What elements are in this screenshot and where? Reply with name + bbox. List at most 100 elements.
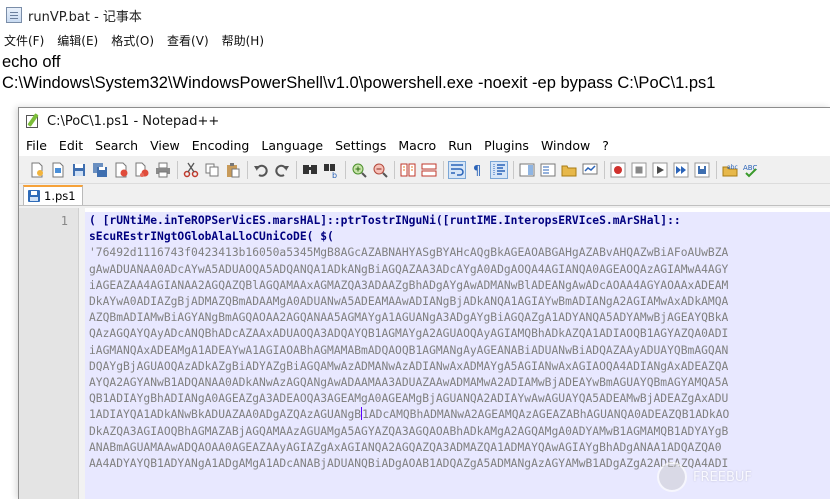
toolbar-separator — [513, 160, 514, 179]
menu-file[interactable]: File — [26, 138, 47, 153]
code-line: sEcuREstrINgtOGlobAlaLloCUniCoDE( $( — [89, 230, 334, 244]
tab-label: 1.ps1 — [44, 189, 76, 203]
spell-check-icon[interactable]: abc — [722, 162, 738, 178]
toolbar-separator — [296, 160, 297, 179]
redo-icon[interactable] — [274, 162, 290, 178]
menu-macro[interactable]: Macro — [398, 138, 436, 153]
code-line: ( [rUNtiMe.inTeROPSerVicES.marsHAL]::ptr… — [89, 214, 681, 227]
menu-window[interactable]: Window — [541, 138, 590, 153]
menu-settings[interactable]: Settings — [335, 138, 386, 153]
svg-text:b: b — [332, 171, 337, 178]
save-macro-icon[interactable] — [694, 162, 710, 178]
menu-search[interactable]: Search — [95, 138, 138, 153]
notepad-title-bar: runVP.bat - 记事本 — [0, 0, 830, 30]
indent-guide-icon[interactable] — [490, 160, 508, 179]
notepadpp-title-bar: C:\PoC\1.ps1 - Notepad++ — [19, 108, 830, 134]
code-line: QB1ADIAYgBhADIANgA0AGEAZgA3ADEAOQA3AGEAM… — [89, 392, 729, 406]
notepad-app-icon — [6, 7, 22, 23]
code-line: DkAYwA0ADIAZgBjADMAZQBmADAAMgA0ADUANwA5A… — [89, 295, 729, 309]
paste-icon[interactable] — [225, 162, 241, 178]
code-line: DQAYgBjAGUAOQAzADkAZgBiADYAZgBiAGQAMwAzA… — [89, 359, 729, 373]
save-all-icon[interactable] — [92, 162, 108, 178]
toolbar-separator — [345, 160, 346, 179]
copy-icon[interactable] — [204, 162, 220, 178]
notepad-menu-view[interactable]: 查看(V) — [167, 32, 209, 49]
code-line: AYQA2AGYANwB1ADQANAA0ADkANwAzAGQANgAwADA… — [89, 376, 729, 390]
sync-vertical-icon[interactable] — [400, 162, 416, 178]
monitoring-icon[interactable] — [582, 162, 598, 178]
sync-horizontal-icon[interactable] — [421, 162, 437, 178]
code-text: ( [rUNtiMe.inTeROPSerVicES.marsHAL]::ptr… — [89, 213, 729, 472]
code-view[interactable]: ( [rUNtiMe.inTeROPSerVicES.marsHAL]::ptr… — [85, 208, 830, 499]
word-wrap-icon[interactable] — [448, 160, 466, 179]
toolbar-separator — [716, 160, 717, 179]
code-line: QAzAGQAYQAyADcANQBhADcAZAAxADUAOQA3ADQAY… — [89, 327, 729, 341]
code-line: AA4ADYAYQB1ADYANgA1ADgAMgA1ADcANABjADUAN… — [89, 457, 729, 471]
notepad-menu-edit[interactable]: 编辑(E) — [57, 32, 98, 49]
file-saved-icon — [28, 190, 40, 202]
code-line: iAGMANQAxADEAMgA1ADEAYwA1AGIAOABhAGMAMAB… — [89, 343, 729, 357]
function-list-icon[interactable] — [540, 162, 556, 178]
show-all-chars-icon[interactable]: ¶ — [470, 162, 486, 178]
notepadpp-toolbar: b ¶ abc ABC — [19, 156, 830, 184]
folder-workspace-icon[interactable] — [561, 162, 577, 178]
notepad-line: C:\Windows\System32\WindowsPowerShell\v1… — [2, 74, 716, 92]
menu-encoding[interactable]: Encoding — [192, 138, 250, 153]
undo-icon[interactable] — [253, 162, 269, 178]
notepad-menu-file[interactable]: 文件(F) — [4, 32, 44, 49]
open-file-icon[interactable] — [50, 162, 66, 178]
notepad-menu-format[interactable]: 格式(O) — [111, 32, 154, 49]
toolbar-separator — [394, 160, 395, 179]
code-line: AZQBmADIAMwBiAGYANgBmAGQAOAA2AGQANAA5AGM… — [89, 311, 729, 325]
replace-icon[interactable]: b — [323, 162, 339, 178]
play-macro-icon[interactable] — [652, 162, 668, 178]
menu-language[interactable]: Language — [261, 138, 323, 153]
find-icon[interactable] — [302, 162, 318, 178]
close-icon[interactable] — [113, 162, 129, 178]
svg-text:abc: abc — [727, 164, 738, 171]
stop-record-icon[interactable] — [631, 162, 647, 178]
notepad-text-area[interactable]: echo off C:\Windows\System32\WindowsPower… — [2, 52, 715, 94]
code-line: gAwADUANAA0ADcAYwA5ADUAOQA5ADQANQA1ADkAN… — [89, 262, 729, 276]
line-number: 1 — [60, 214, 68, 228]
watermark-text: FREEBUF — [693, 469, 752, 485]
menu-help[interactable]: ? — [602, 138, 609, 153]
toolbar-separator — [177, 160, 178, 179]
code-line: ANABmAGUAMAAwADQAOAA0AGEAZAAyAGIAZgAxAGI… — [89, 440, 722, 454]
record-macro-icon[interactable] — [610, 162, 626, 178]
watermark: FREEBUF — [657, 460, 827, 494]
zoom-in-icon[interactable] — [351, 162, 367, 178]
toolbar-separator — [604, 160, 605, 179]
code-line: DkAZQA3AGIAOQBhAGMAZABjAGQAMAAzAGUAMgA5A… — [89, 424, 729, 438]
new-file-icon[interactable] — [29, 162, 45, 178]
save-icon[interactable] — [71, 162, 87, 178]
print-icon[interactable] — [155, 162, 171, 178]
notepadpp-app-icon — [25, 113, 41, 129]
menu-plugins[interactable]: Plugins — [484, 138, 529, 153]
menu-run[interactable]: Run — [448, 138, 472, 153]
doc-map-icon[interactable] — [519, 162, 535, 178]
code-line: '76492d1116743f0423413b16050a5345MgB8AGc… — [89, 246, 729, 260]
close-all-icon[interactable] — [134, 162, 150, 178]
run-macro-multiple-icon[interactable] — [673, 162, 689, 178]
notepad-menu-help[interactable]: 帮助(H) — [222, 32, 264, 49]
zoom-out-icon[interactable] — [372, 162, 388, 178]
spell-check-options-icon[interactable]: ABC — [743, 162, 759, 178]
notepad-window-title: runVP.bat - 记事本 — [28, 9, 142, 25]
notepadpp-window: C:\PoC\1.ps1 - Notepad++ File Edit Searc… — [18, 107, 830, 499]
tab-1-ps1[interactable]: 1.ps1 — [23, 185, 83, 205]
menu-edit[interactable]: Edit — [59, 138, 83, 153]
notepad-menu-bar: 文件(F) 编辑(E) 格式(O) 查看(V) 帮助(H) — [0, 30, 830, 50]
code-line: iAGEAZAA4AGIANAA2AGQAZQBlAGQAMAAxAGMAZQA… — [89, 278, 729, 292]
menu-view[interactable]: View — [150, 138, 180, 153]
toolbar-separator — [443, 160, 444, 179]
text-caret — [361, 407, 363, 421]
notepad-line: echo off — [2, 53, 61, 71]
notepadpp-window-title: C:\PoC\1.ps1 - Notepad++ — [47, 113, 220, 129]
toolbar-separator — [247, 160, 248, 179]
notepadpp-menu-bar: File Edit Search View Encoding Language … — [19, 134, 830, 156]
watermark-logo-icon — [657, 462, 687, 492]
editor-area: 1 ( [rUNtiMe.inTeROPSerVicES.marsHAL]::p… — [19, 208, 830, 499]
notepadpp-tab-bar: 1.ps1 — [19, 184, 830, 206]
cut-icon[interactable] — [183, 162, 199, 178]
